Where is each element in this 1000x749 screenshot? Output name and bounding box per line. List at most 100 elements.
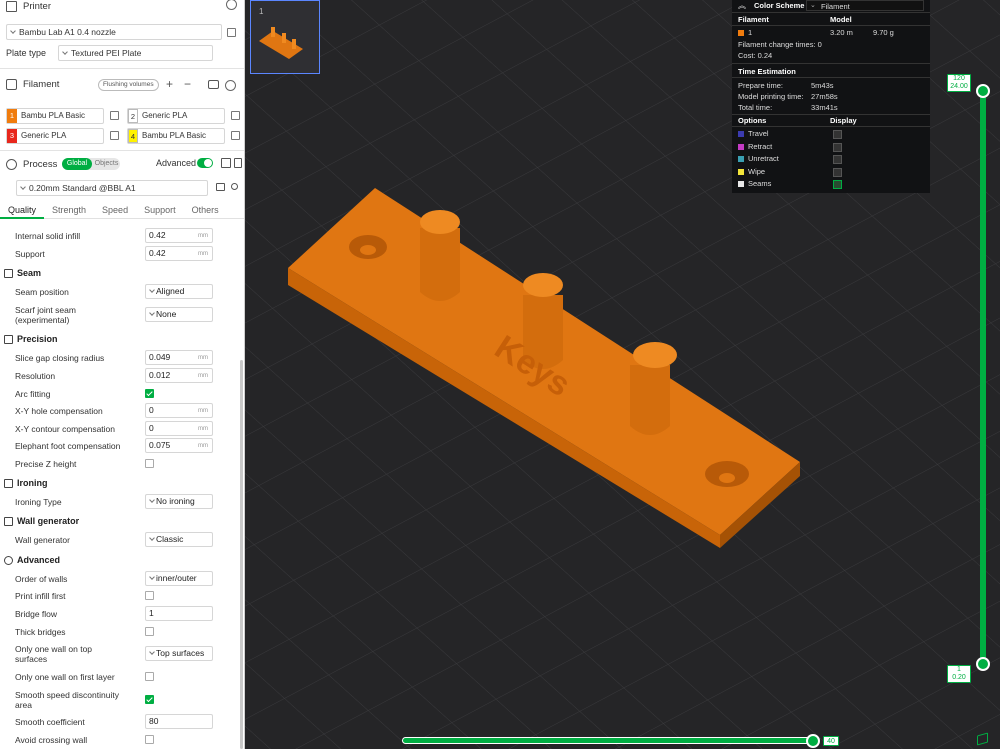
layer-slider[interactable]: [980, 88, 986, 666]
bridge-flow-input[interactable]: 1: [145, 606, 213, 621]
global-objects-switch[interactable]: Global Objects: [62, 158, 120, 170]
display-checkbox[interactable]: [833, 130, 842, 139]
flushing-volumes-button[interactable]: Flushing volumes: [98, 79, 159, 91]
filament-slot-3[interactable]: 3 Generic PLA: [6, 128, 104, 144]
filament-color-swatch[interactable]: 3: [7, 129, 17, 143]
advanced-toggle[interactable]: [197, 158, 213, 168]
printer-title: Printer: [23, 0, 51, 12]
xy-hole-input[interactable]: 0 mm: [145, 403, 213, 418]
ironing-type-select[interactable]: No ironing: [145, 494, 213, 509]
layer-slider-bottom-handle[interactable]: [976, 657, 990, 671]
resolution-label: Resolution: [15, 371, 56, 381]
tab-support[interactable]: Support: [136, 201, 184, 218]
one-wall-first-checkbox[interactable]: [145, 672, 154, 681]
seam-position-label: Seam position: [15, 287, 69, 297]
layer-top-height: 24.00: [950, 83, 968, 90]
hook-peg: [420, 228, 460, 301]
search-icon[interactable]: [231, 183, 238, 190]
plate-thumbnail[interactable]: 1: [250, 0, 320, 74]
move-slider[interactable]: [402, 737, 816, 744]
scarf-joint-select[interactable]: None: [145, 307, 213, 322]
scarf-joint-value: None: [156, 309, 177, 319]
precision-section-title: Precision: [17, 334, 58, 344]
display-checkbox[interactable]: [833, 167, 842, 177]
sidebar-scrollbar[interactable]: [240, 360, 243, 749]
print-infill-first-checkbox[interactable]: [145, 591, 154, 600]
sync-filament-icon[interactable]: [208, 80, 219, 89]
bridge-flow-value: 1: [149, 608, 154, 618]
resolution-input[interactable]: 0.012 mm: [145, 368, 213, 383]
arc-fitting-label: Arc fitting: [15, 389, 51, 399]
filament-slot-2[interactable]: 2 Generic PLA: [127, 108, 225, 124]
filament-settings-icon[interactable]: [225, 80, 236, 91]
model-time-value: 27m58s: [811, 92, 838, 101]
filament-color-swatch[interactable]: 1: [7, 109, 17, 123]
legend-swatch: [738, 168, 744, 175]
smooth-speed-checkbox[interactable]: [145, 695, 154, 704]
internal-solid-infill-input[interactable]: 0.42 mm: [145, 228, 213, 243]
plate-type-value: Textured PEI Plate: [71, 48, 142, 58]
save-preset-icon[interactable]: [216, 183, 225, 191]
legend-filament-col: Filament: [738, 15, 769, 24]
precision-icon: [4, 334, 13, 344]
tab-others[interactable]: Others: [184, 201, 227, 218]
seam-position-select[interactable]: Aligned: [145, 284, 213, 299]
display-checkbox[interactable]: [833, 142, 842, 152]
legend-option-travel: Travel: [748, 129, 769, 138]
arc-fitting-checkbox[interactable]: [145, 389, 154, 398]
bridge-flow-label: Bridge flow: [15, 609, 58, 619]
tab-quality[interactable]: Quality: [0, 201, 45, 219]
plate-type-select[interactable]: Textured PEI Plate: [58, 45, 213, 61]
compare-icon[interactable]: [221, 158, 231, 168]
edit-filament-icon[interactable]: [231, 111, 240, 120]
slice-gap-value: 0.049: [149, 352, 171, 362]
slice-gap-input[interactable]: 0.049 mm: [145, 350, 213, 365]
printer-icon: [6, 0, 17, 12]
smooth-coefficient-input[interactable]: 80: [145, 714, 213, 729]
precise-z-checkbox[interactable]: [145, 459, 154, 468]
remove-filament-button[interactable]: −: [184, 77, 191, 91]
printer-select[interactable]: Bambu Lab A1 0.4 nozzle: [6, 24, 222, 40]
process-settings-icon[interactable]: [234, 158, 242, 168]
filament-slot-1[interactable]: 1 Bambu PLA Basic: [6, 108, 104, 124]
tab-strength[interactable]: Strength: [44, 201, 94, 218]
plate-thumbnail-image: [259, 27, 303, 59]
collapse-icon[interactable]: ︽: [738, 0, 746, 11]
filament-slot-4[interactable]: 4 Bambu PLA Basic: [127, 128, 225, 144]
wall-generator-select[interactable]: Classic: [145, 532, 213, 547]
filament-length: 3.20 m: [830, 28, 853, 37]
one-wall-top-select[interactable]: Top surfaces: [145, 646, 213, 661]
color-scheme-title: Color Scheme: [754, 1, 805, 10]
display-checkbox[interactable]: [833, 180, 842, 189]
filament-name: Generic PLA: [142, 111, 188, 120]
add-filament-button[interactable]: +: [166, 77, 173, 91]
order-of-walls-select[interactable]: inner/outer: [145, 571, 213, 586]
avoid-crossing-wall-checkbox[interactable]: [145, 735, 154, 744]
thick-bridges-checkbox[interactable]: [145, 627, 154, 636]
elephant-foot-input[interactable]: 0.075 mm: [145, 438, 213, 453]
edit-filament-icon[interactable]: [110, 111, 119, 120]
tab-speed[interactable]: Speed: [94, 201, 136, 218]
advanced-label: Advanced: [156, 158, 197, 168]
advanced-section: Advanced: [4, 555, 60, 565]
legend-swatch: [738, 131, 744, 137]
global-tab[interactable]: Global: [62, 158, 92, 170]
display-checkbox[interactable]: [833, 155, 842, 164]
objects-tab[interactable]: Objects: [93, 158, 120, 170]
xy-contour-input[interactable]: 0 mm: [145, 421, 213, 436]
legend-option-wipe: Wipe: [748, 166, 766, 176]
layer-slider-top-handle[interactable]: [976, 84, 990, 98]
edit-filament-icon[interactable]: [110, 131, 119, 140]
edit-filament-icon[interactable]: [231, 131, 240, 140]
printer-settings-icon[interactable]: [226, 0, 237, 10]
edit-printer-icon[interactable]: [227, 28, 236, 37]
display-col: Display: [830, 116, 857, 125]
color-scheme-select[interactable]: ⌄ Filament: [806, 0, 924, 11]
move-slider-handle[interactable]: [806, 734, 820, 748]
filament-color-swatch[interactable]: 2: [128, 109, 138, 123]
process-preset-select[interactable]: 0.20mm Standard @BBL A1: [16, 180, 208, 196]
support-input[interactable]: 0.42 mm: [145, 246, 213, 261]
filament-color-swatch[interactable]: 4: [128, 129, 138, 143]
unit-label: mm: [198, 355, 208, 361]
process-title: Process: [23, 158, 58, 170]
